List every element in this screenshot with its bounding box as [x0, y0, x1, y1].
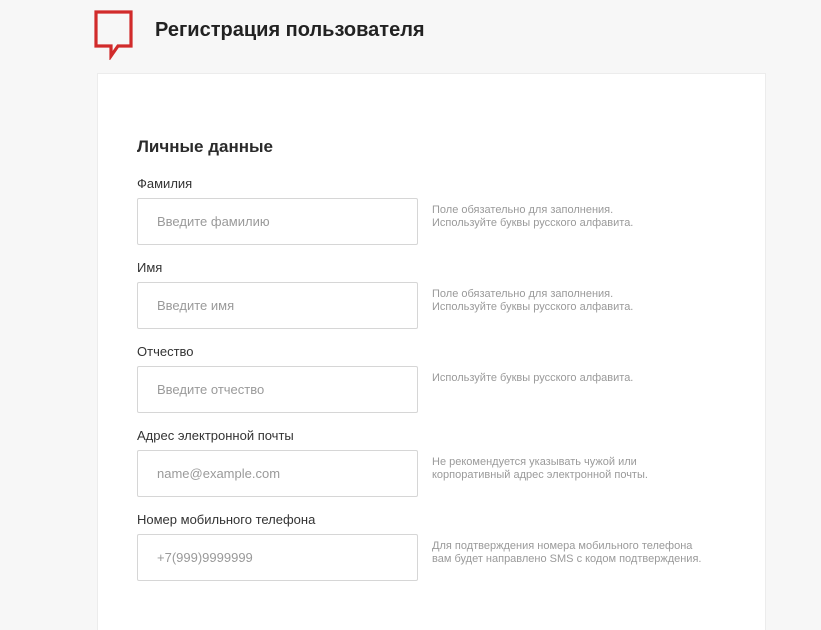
email-field-group: Адрес электронной почты Не рекомендуется…	[137, 428, 737, 512]
last-name-input[interactable]	[137, 198, 418, 245]
patronymic-input[interactable]	[137, 366, 418, 413]
patronymic-hint: Используйте буквы русского алфавита.	[432, 372, 732, 385]
section-title: Личные данные	[137, 137, 273, 156]
hint-line: Используйте буквы русского алфавита.	[432, 372, 634, 384]
first-name-hint: Поле обязательно для заполнения. Использ…	[432, 288, 732, 314]
hint-line: Не рекомендуется указывать чужой или	[432, 456, 637, 468]
hint-line: корпоративный адрес электронной почты.	[432, 469, 648, 481]
hint-line: вам будет направлено SMS с кодом подтвер…	[432, 553, 702, 565]
hint-line: Поле обязательно для заполнения.	[432, 204, 614, 216]
last-name-label: Фамилия	[137, 176, 193, 191]
email-input[interactable]	[137, 450, 418, 497]
first-name-input[interactable]	[137, 282, 418, 329]
speech-bubble-logo-icon[interactable]	[94, 10, 134, 60]
email-label: Адрес электронной почты	[137, 428, 294, 443]
phone-hint: Для подтверждения номера мобильного теле…	[432, 540, 732, 566]
hint-line: Для подтверждения номера мобильного теле…	[432, 540, 693, 552]
phone-label: Номер мобильного телефона	[137, 512, 316, 527]
last-name-hint: Поле обязательно для заполнения. Использ…	[432, 204, 732, 230]
hint-line: Используйте буквы русского алфавита.	[432, 301, 634, 313]
patronymic-field-group: Отчество Используйте буквы русского алфа…	[137, 344, 737, 428]
phone-input[interactable]	[137, 534, 418, 581]
first-name-field-group: Имя Поле обязательно для заполнения. Исп…	[137, 260, 737, 344]
page-header: Регистрация пользователя	[0, 0, 821, 70]
hint-line: Поле обязательно для заполнения.	[432, 288, 614, 300]
patronymic-label: Отчество	[137, 344, 194, 359]
email-hint: Не рекомендуется указывать чужой или кор…	[432, 456, 732, 482]
first-name-label: Имя	[137, 260, 163, 275]
last-name-field-group: Фамилия Поле обязательно для заполнения.…	[137, 176, 737, 260]
page-title: Регистрация пользователя	[155, 19, 425, 41]
registration-form-card: Личные данные Фамилия Поле обязательно д…	[97, 73, 766, 630]
hint-line: Используйте буквы русского алфавита.	[432, 217, 634, 229]
phone-field-group: Номер мобильного телефона Для подтвержде…	[137, 512, 737, 596]
